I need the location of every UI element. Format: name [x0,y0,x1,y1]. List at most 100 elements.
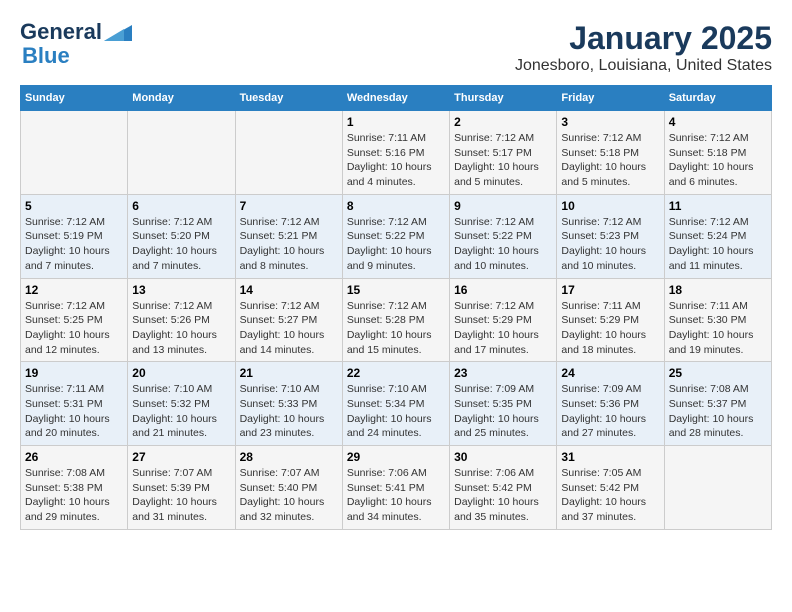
table-row: 2 Sunrise: 7:12 AM Sunset: 5:17 PM Daylig… [450,111,557,195]
table-row: 29Sunrise: 7:06 AM Sunset: 5:41 PM Dayli… [342,446,449,530]
table-row: 19 Sunrise: 7:11 AM Sunset: 5:31 PM Dayli… [21,362,128,446]
table-row: 27 Sunrise: 7:07 AM Sunset: 5:39 PM Dayli… [128,446,235,530]
calendar-week-row: 1Sunrise: 7:11 AM Sunset: 5:16 PM Daylig… [21,111,772,195]
day-number: 13 [132,283,230,297]
calendar-table: Sunday Monday Tuesday Wednesday Thursday… [20,85,772,530]
title-block: January 2025 Jonesboro, Louisiana, Unite… [515,20,772,75]
day-number: 24 [561,366,659,380]
calendar-week-row: 26 Sunrise: 7:08 AM Sunset: 5:38 PM Dayli… [21,446,772,530]
calendar-week-row: 19 Sunrise: 7:11 AM Sunset: 5:31 PM Dayli… [21,362,772,446]
day-number: 21 [240,366,338,380]
day-info: Sunrise: 7:08 AM Sunset: 5:38 PM Dayligh… [25,466,123,525]
table-row: 25 Sunrise: 7:08 AM Sunset: 5:37 PM Dayli… [664,362,771,446]
table-row: 18 Sunrise: 7:11 AM Sunset: 5:30 PM Dayli… [664,278,771,362]
day-number: 12 [25,283,123,297]
day-number: 3 [561,115,659,129]
day-number: 31 [561,450,659,464]
day-info: Sunrise: 7:12 AM Sunset: 5:25 PM Dayligh… [25,299,123,358]
day-number: 8 [347,199,445,213]
table-row: 17Sunrise: 7:11 AM Sunset: 5:29 PM Dayli… [557,278,664,362]
table-row [664,446,771,530]
day-info: Sunrise: 7:07 AM Sunset: 5:39 PM Dayligh… [132,466,230,525]
day-info: Sunrise: 7:12 AM Sunset: 5:18 PM Dayligh… [561,131,659,190]
table-row: 5Sunrise: 7:12 AM Sunset: 5:19 PM Daylig… [21,194,128,278]
day-info: Sunrise: 7:12 AM Sunset: 5:22 PM Dayligh… [454,215,552,274]
day-number: 11 [669,199,767,213]
table-row: 26 Sunrise: 7:08 AM Sunset: 5:38 PM Dayli… [21,446,128,530]
day-number: 10 [561,199,659,213]
day-number: 18 [669,283,767,297]
table-row: 11Sunrise: 7:12 AM Sunset: 5:24 PM Dayli… [664,194,771,278]
table-row: 3 Sunrise: 7:12 AM Sunset: 5:18 PM Daylig… [557,111,664,195]
day-number: 7 [240,199,338,213]
table-row: 6 Sunrise: 7:12 AM Sunset: 5:20 PM Daylig… [128,194,235,278]
day-info: Sunrise: 7:08 AM Sunset: 5:37 PM Dayligh… [669,382,767,441]
day-info: Sunrise: 7:12 AM Sunset: 5:20 PM Dayligh… [132,215,230,274]
table-row: 10 Sunrise: 7:12 AM Sunset: 5:23 PM Dayli… [557,194,664,278]
day-info: Sunrise: 7:10 AM Sunset: 5:34 PM Dayligh… [347,382,445,441]
col-monday: Monday [128,86,235,111]
day-number: 9 [454,199,552,213]
day-number: 5 [25,199,123,213]
day-number: 27 [132,450,230,464]
table-row: 8 Sunrise: 7:12 AM Sunset: 5:22 PM Daylig… [342,194,449,278]
page-header: General Blue January 2025 Jonesboro, Lou… [20,20,772,75]
col-friday: Friday [557,86,664,111]
table-row: 28 Sunrise: 7:07 AM Sunset: 5:40 PM Dayli… [235,446,342,530]
table-row: 20 Sunrise: 7:10 AM Sunset: 5:32 PM Dayli… [128,362,235,446]
table-row: 21 Sunrise: 7:10 AM Sunset: 5:33 PM Dayli… [235,362,342,446]
day-number: 25 [669,366,767,380]
col-tuesday: Tuesday [235,86,342,111]
day-number: 30 [454,450,552,464]
table-row: 9 Sunrise: 7:12 AM Sunset: 5:22 PM Daylig… [450,194,557,278]
day-info: Sunrise: 7:11 AM Sunset: 5:30 PM Dayligh… [669,299,767,358]
day-info: Sunrise: 7:11 AM Sunset: 5:31 PM Dayligh… [25,382,123,441]
day-number: 20 [132,366,230,380]
day-info: Sunrise: 7:07 AM Sunset: 5:40 PM Dayligh… [240,466,338,525]
day-info: Sunrise: 7:12 AM Sunset: 5:26 PM Dayligh… [132,299,230,358]
day-number: 6 [132,199,230,213]
calendar-week-row: 12 Sunrise: 7:12 AM Sunset: 5:25 PM Dayli… [21,278,772,362]
day-info: Sunrise: 7:12 AM Sunset: 5:23 PM Dayligh… [561,215,659,274]
day-number: 2 [454,115,552,129]
day-info: Sunrise: 7:12 AM Sunset: 5:21 PM Dayligh… [240,215,338,274]
day-info: Sunrise: 7:09 AM Sunset: 5:35 PM Dayligh… [454,382,552,441]
calendar-header-row: Sunday Monday Tuesday Wednesday Thursday… [21,86,772,111]
table-row: 1Sunrise: 7:11 AM Sunset: 5:16 PM Daylig… [342,111,449,195]
page-title: January 2025 [515,20,772,57]
day-info: Sunrise: 7:12 AM Sunset: 5:28 PM Dayligh… [347,299,445,358]
day-number: 4 [669,115,767,129]
table-row: 13 Sunrise: 7:12 AM Sunset: 5:26 PM Dayli… [128,278,235,362]
table-row [21,111,128,195]
day-number: 22 [347,366,445,380]
day-number: 29 [347,450,445,464]
logo: General Blue [20,20,132,68]
table-row: 15 Sunrise: 7:12 AM Sunset: 5:28 PM Dayli… [342,278,449,362]
table-row: 12 Sunrise: 7:12 AM Sunset: 5:25 PM Dayli… [21,278,128,362]
table-row: 16 Sunrise: 7:12 AM Sunset: 5:29 PM Dayli… [450,278,557,362]
day-info: Sunrise: 7:12 AM Sunset: 5:29 PM Dayligh… [454,299,552,358]
logo-text: General Blue [20,20,132,68]
day-info: Sunrise: 7:09 AM Sunset: 5:36 PM Dayligh… [561,382,659,441]
calendar-week-row: 5Sunrise: 7:12 AM Sunset: 5:19 PM Daylig… [21,194,772,278]
day-number: 26 [25,450,123,464]
day-number: 16 [454,283,552,297]
day-number: 15 [347,283,445,297]
table-row: 7 Sunrise: 7:12 AM Sunset: 5:21 PM Daylig… [235,194,342,278]
day-info: Sunrise: 7:12 AM Sunset: 5:22 PM Dayligh… [347,215,445,274]
table-row: 31Sunrise: 7:05 AM Sunset: 5:42 PM Dayli… [557,446,664,530]
col-wednesday: Wednesday [342,86,449,111]
day-info: Sunrise: 7:10 AM Sunset: 5:33 PM Dayligh… [240,382,338,441]
col-saturday: Saturday [664,86,771,111]
page-subtitle: Jonesboro, Louisiana, United States [515,57,772,75]
day-info: Sunrise: 7:10 AM Sunset: 5:32 PM Dayligh… [132,382,230,441]
day-number: 19 [25,366,123,380]
day-info: Sunrise: 7:12 AM Sunset: 5:17 PM Dayligh… [454,131,552,190]
day-number: 23 [454,366,552,380]
day-number: 28 [240,450,338,464]
table-row: 4Sunrise: 7:12 AM Sunset: 5:18 PM Daylig… [664,111,771,195]
col-sunday: Sunday [21,86,128,111]
col-thursday: Thursday [450,86,557,111]
day-number: 14 [240,283,338,297]
table-row: 23 Sunrise: 7:09 AM Sunset: 5:35 PM Dayli… [450,362,557,446]
